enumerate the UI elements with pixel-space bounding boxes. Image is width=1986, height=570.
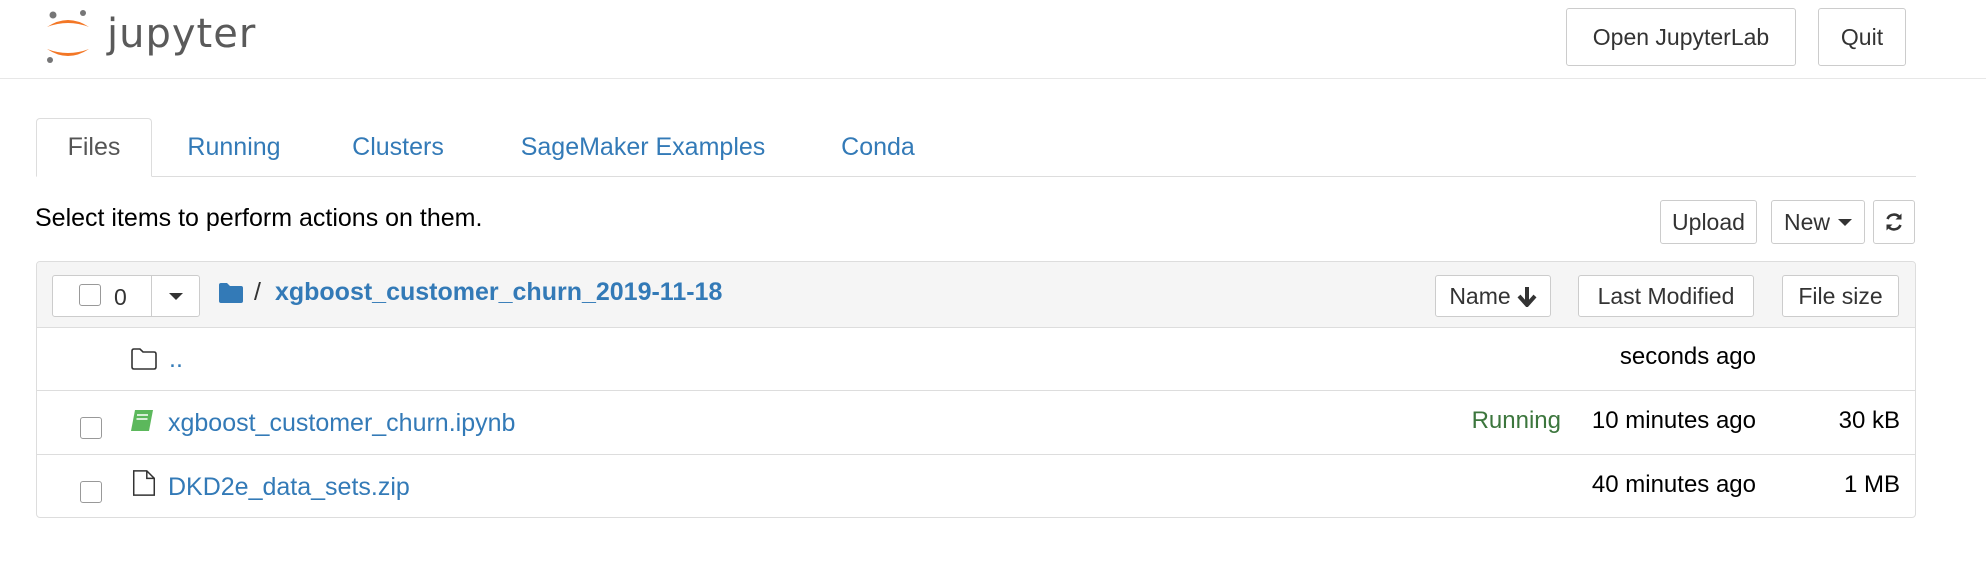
- header: jupyter Open JupyterLab Quit: [0, 0, 1986, 79]
- file-size: 30 kB: [1838, 407, 1900, 434]
- logo-text: jupyter: [107, 11, 257, 57]
- select-menu-dropdown[interactable]: [152, 276, 200, 316]
- current-directory-link[interactable]: xgboost_customer_churn_2019-11-18: [275, 278, 722, 307]
- caret-down-icon: [1838, 218, 1852, 226]
- folder-outline-icon: [131, 348, 157, 370]
- jupyter-logo-icon: [47, 10, 89, 63]
- running-status: Running: [1471, 407, 1561, 434]
- breadcrumb: / xgboost_customer_churn_2019-11-18: [218, 278, 722, 307]
- file-list-panel: 0 / xgboost_customer_churn_2019-11-18 Na…: [36, 261, 1916, 518]
- refresh-icon: [1886, 213, 1902, 231]
- caret-down-icon: [169, 292, 183, 300]
- select-all-group: 0: [52, 275, 200, 317]
- tab-files[interactable]: Files: [36, 118, 152, 177]
- tab-sagemaker-examples[interactable]: SageMaker Examples: [512, 118, 774, 176]
- folder-icon[interactable]: [218, 282, 244, 304]
- sort-by-name-button[interactable]: Name: [1435, 275, 1551, 317]
- tab-conda[interactable]: Conda: [828, 118, 928, 176]
- sort-by-last-modified-button[interactable]: Last Modified: [1578, 275, 1754, 317]
- notebook-link[interactable]: xgboost_customer_churn.ipynb: [168, 409, 515, 438]
- new-dropdown-button[interactable]: New: [1771, 200, 1865, 244]
- file-size: 1 MB: [1843, 471, 1900, 498]
- upload-button[interactable]: Upload: [1660, 200, 1757, 244]
- selected-count: 0: [114, 284, 127, 310]
- tab-bar: Files Running Clusters SageMaker Example…: [36, 118, 1916, 177]
- jupyter-logo[interactable]: jupyter: [43, 8, 256, 68]
- new-label: New: [1783, 208, 1830, 235]
- quit-button[interactable]: Quit: [1818, 8, 1906, 66]
- row-checkbox[interactable]: [80, 481, 102, 503]
- row-checkbox[interactable]: [80, 417, 102, 439]
- file-list-header: 0 / xgboost_customer_churn_2019-11-18 Na…: [37, 262, 1915, 328]
- last-modified: 40 minutes ago: [1591, 471, 1756, 498]
- refresh-button[interactable]: [1873, 200, 1915, 244]
- sort-by-file-size-button[interactable]: File size: [1782, 275, 1899, 317]
- tab-clusters[interactable]: Clusters: [344, 118, 452, 176]
- parent-directory-link[interactable]: ..: [169, 345, 183, 374]
- open-jupyterlab-button[interactable]: Open JupyterLab: [1566, 8, 1796, 66]
- arrow-down-icon: [1517, 287, 1537, 307]
- file-icon: [132, 470, 156, 496]
- select-all-checkbox[interactable]: [79, 284, 101, 306]
- last-modified: seconds ago: [1619, 343, 1756, 370]
- selection-notice: Select items to perform actions on them.: [35, 204, 483, 232]
- breadcrumb-separator: /: [254, 278, 261, 306]
- list-item[interactable]: xgboost_customer_churn.ipynb Running 10 …: [37, 391, 1915, 455]
- notebook-icon: [131, 410, 153, 431]
- file-link[interactable]: DKD2e_data_sets.zip: [168, 473, 410, 502]
- sort-name-label: Name: [1449, 282, 1511, 309]
- tab-running[interactable]: Running: [174, 118, 294, 176]
- last-modified: 10 minutes ago: [1591, 407, 1756, 434]
- list-item[interactable]: .. seconds ago: [37, 327, 1915, 391]
- list-item[interactable]: DKD2e_data_sets.zip 40 minutes ago 1 MB: [37, 455, 1915, 517]
